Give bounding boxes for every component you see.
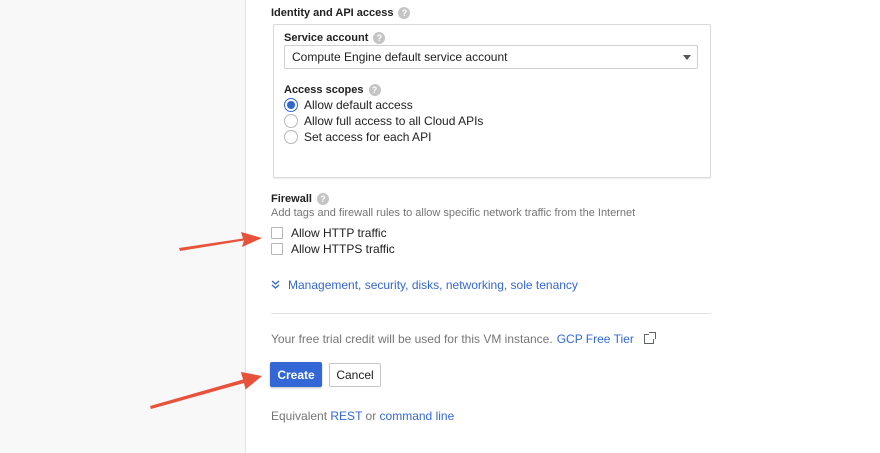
checkbox-label: Allow HTTPS traffic xyxy=(291,242,395,256)
equivalent-prefix: Equivalent xyxy=(271,409,328,423)
radio-button[interactable] xyxy=(284,98,298,112)
radio-label: Allow default access xyxy=(304,98,413,112)
equivalent-or: or xyxy=(365,409,377,423)
left-panel xyxy=(0,0,246,453)
checkbox[interactable] xyxy=(271,243,283,255)
management-expand-link[interactable]: Management, security, disks, networking,… xyxy=(271,278,578,292)
trial-text: Your free trial credit will be used for … xyxy=(271,332,553,346)
management-link-label: Management, security, disks, networking,… xyxy=(288,278,578,292)
help-icon[interactable]: ? xyxy=(373,32,386,45)
service-account-value: Compute Engine default service account xyxy=(292,50,508,64)
radio-button[interactable] xyxy=(284,130,298,144)
gcp-free-tier-link[interactable]: GCP Free Tier xyxy=(557,332,634,346)
command-line-link[interactable]: command line xyxy=(380,409,455,423)
free-trial-notice: Your free trial credit will be used for … xyxy=(271,332,656,346)
create-button[interactable]: Create xyxy=(270,362,322,387)
checkbox[interactable] xyxy=(271,227,283,239)
rest-link[interactable]: REST xyxy=(330,409,362,423)
firewall-description: Add tags and firewall rules to allow spe… xyxy=(271,207,636,219)
help-icon[interactable]: ? xyxy=(398,7,411,20)
service-account-select[interactable]: Compute Engine default service account xyxy=(284,45,698,69)
radio-label: Allow full access to all Cloud APIs xyxy=(304,114,484,128)
identity-section-title: Identity and API access? xyxy=(271,7,411,20)
caret-down-icon xyxy=(683,55,691,60)
divider xyxy=(271,313,711,314)
radio-button[interactable] xyxy=(284,114,298,128)
access-scopes-label: Access scopes? xyxy=(284,84,381,97)
chevron-double-down-icon xyxy=(271,280,282,292)
external-link-icon[interactable] xyxy=(643,332,656,344)
checkbox-label: Allow HTTP traffic xyxy=(291,226,387,240)
help-icon[interactable]: ? xyxy=(316,193,329,206)
radio-label: Set access for each API xyxy=(304,130,432,144)
equivalent-line: Equivalent REST or command line xyxy=(271,409,454,423)
cancel-button[interactable]: Cancel xyxy=(329,363,381,387)
service-account-label: Service account? xyxy=(284,32,386,45)
help-icon[interactable]: ? xyxy=(368,84,381,97)
firewall-title: Firewall? xyxy=(271,193,329,206)
